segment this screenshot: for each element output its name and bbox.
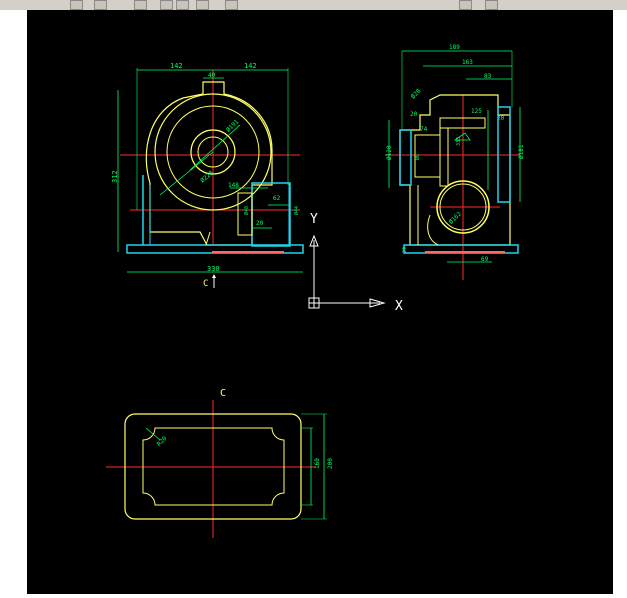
section-c-view	[106, 400, 327, 538]
dim-text: Ø181	[518, 144, 525, 159]
dim-text: 160	[314, 458, 321, 469]
toolbar-button[interactable]	[196, 0, 209, 10]
toolbar-button[interactable]	[459, 0, 472, 10]
dim-text: 20	[256, 220, 264, 227]
toolbar-button[interactable]	[225, 0, 238, 10]
dim-text: 163	[462, 59, 473, 66]
dim-text: 20	[410, 111, 418, 118]
dim-text: 125	[471, 108, 482, 115]
toolbar-button[interactable]	[176, 0, 189, 10]
dim-text: 189	[449, 44, 460, 51]
front-view: 142 142 40 312 330 Ø191 Ø228 148 62 Ø48 …	[111, 62, 304, 289]
toolbar-button[interactable]	[70, 0, 83, 10]
section-arrow-head	[212, 274, 216, 278]
fillet	[205, 231, 211, 246]
dim-text: Ø28	[410, 87, 423, 100]
section-title: C	[220, 388, 226, 399]
dim-text: 142	[170, 62, 183, 70]
dim-text: Ø120	[386, 145, 393, 160]
side-detail	[417, 185, 439, 246]
dim-text: 142	[244, 62, 257, 70]
dim-text: 83	[484, 73, 492, 80]
left-frame	[0, 10, 27, 594]
side-wall	[439, 127, 449, 187]
dim-leader	[145, 427, 161, 441]
dim-text: 74	[420, 126, 428, 133]
dim-text: 333	[456, 137, 462, 146]
dim-text: Ø44	[293, 206, 300, 215]
side-flange-left	[399, 129, 412, 186]
ucs-y-label: Y	[310, 212, 318, 227]
dim-text: 69	[481, 256, 489, 263]
dim-text: 312	[111, 170, 119, 183]
side-flange	[251, 182, 291, 247]
toolbar-button[interactable]	[485, 0, 498, 10]
section-marker-label: C	[203, 279, 208, 289]
dim-text: 20	[497, 115, 505, 122]
cad-drawing-area[interactable]: 142 142 40 312 330 Ø191 Ø228 148 62 Ø48 …	[27, 10, 613, 594]
side-view: 189 163 83 Ø28 20 125 74 333 Ø120 Ø6 Ø18…	[385, 44, 525, 280]
dim-text: 330	[207, 265, 220, 273]
toolbar-button[interactable]	[94, 0, 107, 10]
dim-text: 24	[402, 247, 408, 253]
dim-text: 40	[208, 72, 216, 79]
ucs-icon	[308, 234, 386, 309]
dim-text: 200	[327, 458, 334, 469]
cad-canvas[interactable]: 142 142 40 312 330 Ø191 Ø228 148 62 Ø48 …	[27, 10, 613, 594]
dim-text: Ø48	[243, 206, 250, 215]
right-frame	[613, 10, 627, 594]
dim-text: 62	[273, 195, 281, 202]
toolbar-button[interactable]	[134, 0, 147, 10]
ucs-x-label: X	[395, 299, 403, 314]
dim-text: Ø162	[448, 210, 463, 225]
toolbar-button[interactable]	[160, 0, 173, 10]
dim-text: 148	[228, 182, 239, 189]
dim-text: R20	[156, 435, 169, 448]
dim-text: Ø6	[414, 154, 421, 160]
